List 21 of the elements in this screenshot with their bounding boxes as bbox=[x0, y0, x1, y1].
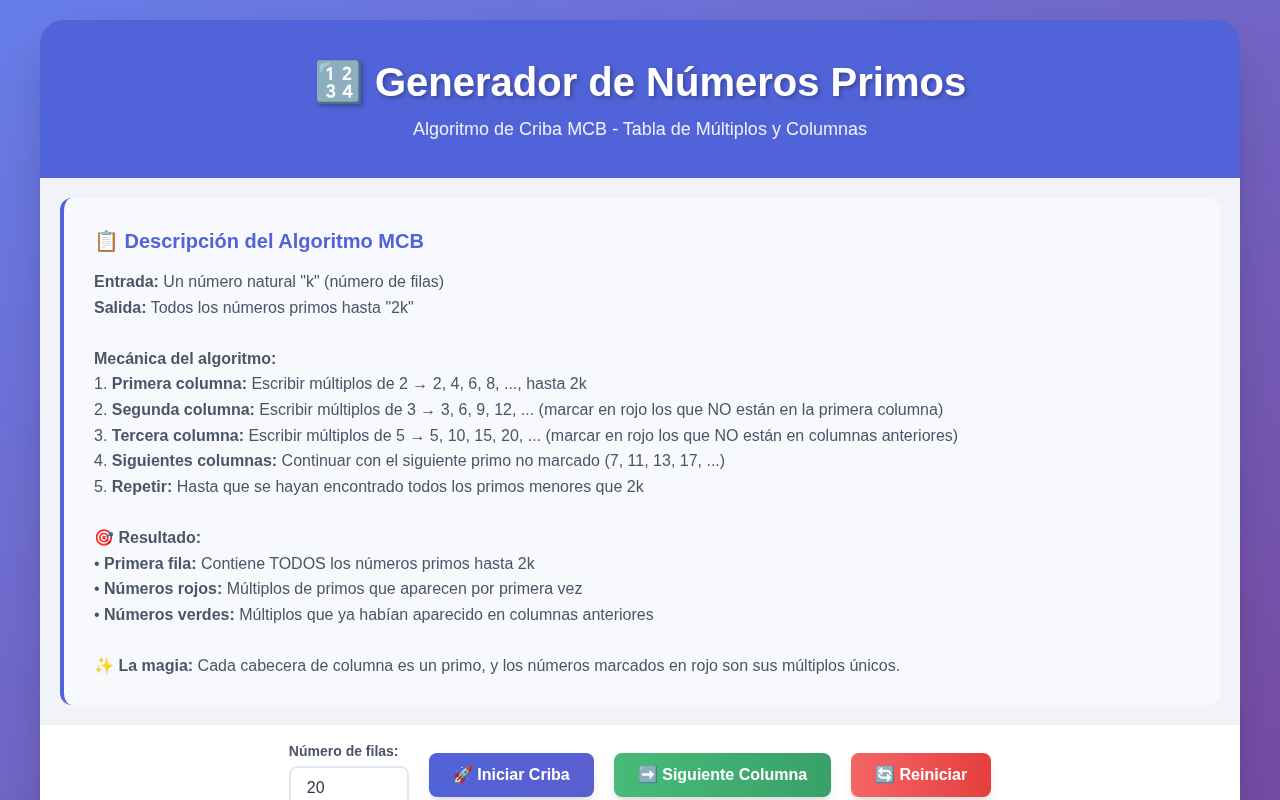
description-line: 🎯 Resultado: bbox=[94, 527, 203, 548]
description-line: 2. Segunda columna: Escribir múltiplos de 3 → 3, 6, 9, 12, ... (marcar en rojo los que NO están en la primera columna) bbox=[94, 399, 945, 420]
description-line: 1. Primera columna: Escribir múltiplos de 2 → 2, 4, 6, 8, ..., hasta 2k bbox=[94, 374, 588, 395]
description-line: • Números rojos: Múltiplos de primos que aparecen por primera vez bbox=[94, 579, 584, 600]
description-line: • Primera fila: Contiene TODOS los números primos hasta 2k bbox=[94, 553, 536, 574]
start-button[interactable]: 🚀 Iniciar Criba bbox=[428, 752, 594, 797]
page-title: 🔢 Generador de Números Primos bbox=[313, 59, 967, 106]
description-line: • Números verdes: Múltiplos que ya habían aparecido en columnas anteriores bbox=[94, 604, 655, 625]
rows-label: Número de filas: bbox=[288, 741, 400, 761]
reset-button[interactable]: 🔄 Reiniciar bbox=[851, 752, 992, 797]
description-line: Entrada: Un número natural "k" (número de filas) bbox=[94, 272, 446, 292]
rows-input[interactable]: 20 bbox=[288, 765, 409, 800]
description-title: 📋 Descripción del Algoritmo MCB bbox=[94, 229, 425, 254]
description-line: ✨ La magia: Cada cabecera de columna es un primo, y los números marcados en rojo son sus múltiplos únicos. bbox=[94, 655, 902, 676]
description-line: 3. Tercera columna: Escribir múltiplos de 5 → 5, 10, 15, 20, ... (marcar en rojo los que NO están en columnas anteriores) bbox=[94, 425, 960, 446]
description-line: Salida: Todos los números primos hasta "2k" bbox=[94, 297, 415, 318]
description-line: 4. Siguientes columnas: Continuar con el siguiente primo no marcado (7, 11, 13, 17, ...) bbox=[94, 451, 727, 472]
next-column-button[interactable]: ➡ Siguiente Columna bbox=[613, 752, 832, 797]
page-subtitle: Algoritmo de Criba MCB - Tabla de Múltiplos y Columnas bbox=[413, 118, 867, 141]
description-line: Mecánica del algoritmo: bbox=[94, 348, 278, 369]
description-line: 5. Repetir: Hasta que se hayan encontrado todos los primos menores que 2k bbox=[94, 476, 645, 497]
